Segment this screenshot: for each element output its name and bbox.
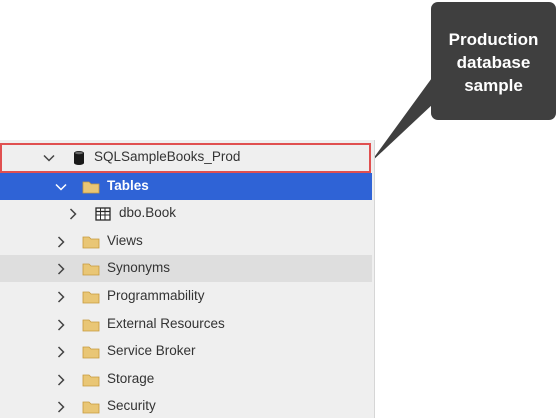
folder-icon xyxy=(82,401,100,414)
chevron-down-icon[interactable] xyxy=(54,180,68,194)
tree-node-views[interactable]: Views xyxy=(0,228,372,255)
annotation-callout: Production database sample xyxy=(431,2,556,120)
chevron-right-icon[interactable] xyxy=(54,345,68,359)
folder-icon xyxy=(82,319,100,332)
table-icon xyxy=(95,207,111,221)
folder-icon xyxy=(82,374,100,387)
folder-icon xyxy=(82,346,100,359)
chevron-right-icon[interactable] xyxy=(66,207,80,221)
folder-icon xyxy=(82,236,100,249)
tree-label: External Resources xyxy=(107,316,225,331)
tree-label: dbo.Book xyxy=(119,205,177,220)
callout-line-2: database xyxy=(456,53,531,72)
callout-line-3: sample xyxy=(464,76,523,95)
folder-icon xyxy=(82,181,100,194)
chevron-right-icon[interactable] xyxy=(54,262,68,276)
tree-node-table-dbo-book[interactable]: dbo.Book xyxy=(0,200,372,227)
tree-node-synonyms[interactable]: Synonyms xyxy=(0,255,372,282)
folder-icon xyxy=(82,291,100,304)
chevron-right-icon[interactable] xyxy=(54,318,68,332)
object-explorer-tree: SQLSampleBooks_Prod Tables dbo.Book View… xyxy=(0,140,375,418)
tree-label: Views xyxy=(107,233,143,248)
tree-node-tables[interactable]: Tables xyxy=(0,173,372,200)
tree-node-storage[interactable]: Storage xyxy=(0,366,372,393)
chevron-right-icon[interactable] xyxy=(54,235,68,249)
tree-node-security[interactable]: Security xyxy=(0,393,372,420)
callout-line-1: Production xyxy=(448,30,539,49)
tree-node-programmability[interactable]: Programmability xyxy=(0,283,372,310)
tree-label: Service Broker xyxy=(107,343,196,358)
tree-label: Tables xyxy=(107,178,149,193)
tree-label: Synonyms xyxy=(107,260,171,275)
chevron-right-icon[interactable] xyxy=(54,373,68,387)
tree-node-service-broker[interactable]: Service Broker xyxy=(0,338,372,365)
tree-label: Security xyxy=(107,398,156,413)
highlight-box xyxy=(0,143,371,173)
tree-node-external-resources[interactable]: External Resources xyxy=(0,311,372,338)
folder-icon xyxy=(82,263,100,276)
tree-label: Storage xyxy=(107,371,155,386)
chevron-right-icon[interactable] xyxy=(54,290,68,304)
chevron-right-icon[interactable] xyxy=(54,400,68,414)
tree-label: Programmability xyxy=(107,288,205,303)
